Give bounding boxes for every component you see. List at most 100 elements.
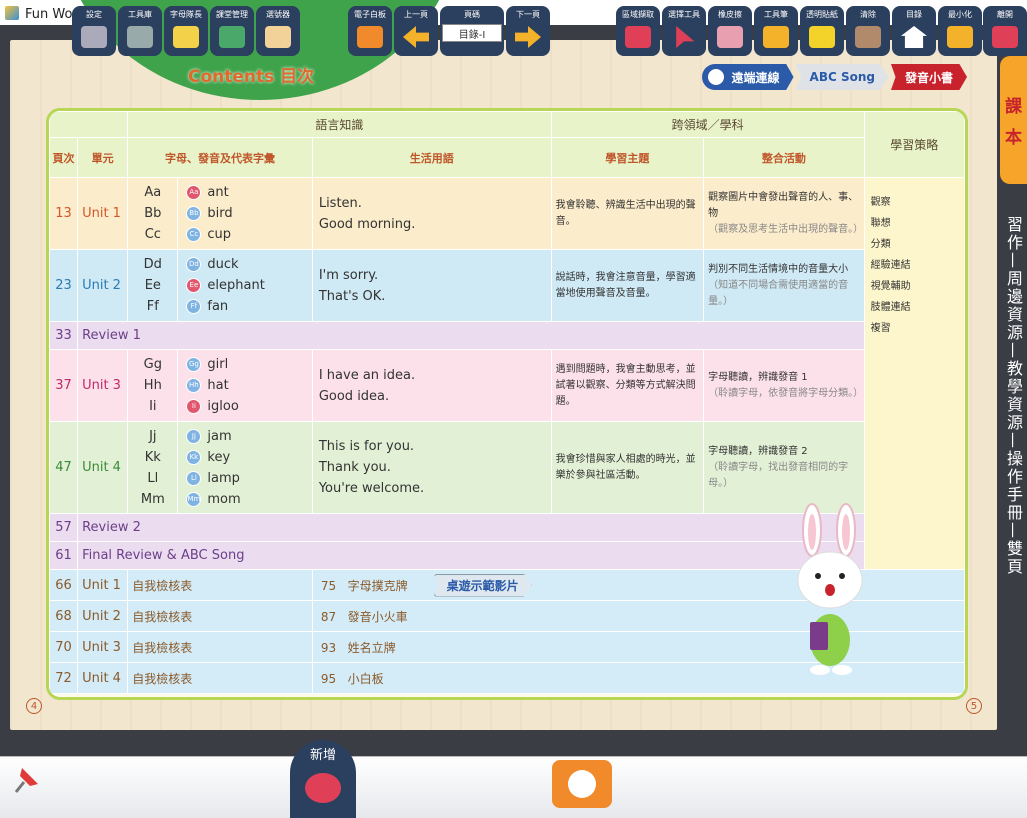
- phonics-badge-icon[interactable]: Gg: [186, 357, 202, 372]
- tab-textbook[interactable]: 課 本: [1000, 56, 1027, 184]
- unit-link[interactable]: Unit 4: [77, 421, 129, 514]
- new-button[interactable]: 新增: [290, 740, 356, 818]
- phonics-badge-icon[interactable]: Jj: [186, 428, 202, 444]
- demo-video-button[interactable]: 桌遊示範影片: [433, 573, 532, 597]
- class-management-button[interactable]: 課堂管理: [210, 6, 254, 56]
- phonics-badge-icon[interactable]: Kk: [186, 449, 202, 465]
- unit-link[interactable]: Unit 3: [77, 631, 129, 663]
- letter: Aa: [144, 185, 162, 200]
- phonics-badge-icon[interactable]: Hh: [186, 378, 202, 393]
- page-number[interactable]: 33: [49, 321, 79, 350]
- unit-link[interactable]: Unit 1: [77, 569, 129, 601]
- theme-text: 我會珍惜與家人相處的時光，並樂於參與社區活動。: [550, 421, 705, 514]
- phonics-badge-icon[interactable]: Bb: [186, 206, 202, 221]
- prev-page-button[interactable]: 上一頁: [394, 6, 438, 56]
- sidebar-tabs[interactable]: 習作—周邊資源—教學資源—操作手冊—雙頁: [1000, 216, 1027, 576]
- page-number[interactable]: 66: [49, 569, 79, 601]
- tool-label: 上一頁: [404, 10, 428, 19]
- checklist-link[interactable]: 自我檢核表: [127, 569, 313, 601]
- page-number[interactable]: 61: [49, 541, 79, 570]
- resource-link[interactable]: 姓名立牌: [348, 641, 396, 655]
- resource-link[interactable]: 字母撲克牌: [348, 579, 408, 593]
- checklist-link[interactable]: 自我檢核表: [127, 662, 313, 694]
- eraser-icon: [717, 26, 743, 48]
- page-number[interactable]: 75: [321, 579, 336, 593]
- checklist-link[interactable]: 自我檢核表: [127, 631, 313, 663]
- letter: Ii: [149, 399, 157, 414]
- letter: Jj: [149, 428, 157, 444]
- col-letters: 字母、發音及代表字彙: [127, 137, 313, 178]
- resource-link[interactable]: 小白板: [348, 672, 384, 686]
- contents-button[interactable]: 目錄: [892, 6, 936, 56]
- resource-link[interactable]: 發音小火車: [348, 610, 408, 624]
- settings-button[interactable]: 設定: [72, 6, 116, 56]
- home-icon: [901, 26, 927, 48]
- number-picker-button[interactable]: 選號器: [256, 6, 300, 56]
- new-label: 新增: [309, 748, 336, 763]
- phonics-badge-icon[interactable]: Dd: [186, 257, 202, 272]
- sticky-note-icon: [809, 26, 835, 48]
- unit-link[interactable]: Unit 1: [77, 177, 129, 250]
- tab-char: 本: [1005, 128, 1022, 148]
- unit-link[interactable]: Unit 2: [77, 600, 129, 632]
- page-number[interactable]: 70: [49, 631, 79, 663]
- page-number[interactable]: 95: [321, 672, 336, 686]
- page-selector[interactable]: 頁碼 目錄-I: [440, 6, 504, 56]
- page-number[interactable]: 37: [49, 349, 79, 422]
- abc-song-button[interactable]: ABC Song: [795, 64, 889, 90]
- activity-text: 判別不同生活情境中的音量大小: [708, 263, 849, 275]
- checklist-link[interactable]: 自我檢核表: [127, 600, 313, 632]
- select-tool-button[interactable]: 選擇工具: [662, 6, 706, 56]
- phonics-badge-icon[interactable]: Ff: [186, 299, 202, 314]
- tool-label: 清除: [860, 10, 876, 19]
- phrase: I have an idea.: [318, 367, 416, 383]
- page-number[interactable]: 72: [49, 662, 79, 694]
- review-link[interactable]: Review 2: [77, 513, 865, 542]
- phonics-badge-icon[interactable]: Mm: [186, 491, 202, 507]
- review-link[interactable]: Review 1: [77, 321, 865, 350]
- letter-captain-button[interactable]: 字母隊長: [164, 6, 208, 56]
- unit-link[interactable]: Unit 2: [77, 249, 129, 322]
- page-number[interactable]: 13: [49, 177, 79, 250]
- unit-link[interactable]: Unit 4: [77, 662, 129, 694]
- page-number[interactable]: 93: [321, 641, 336, 655]
- page-number[interactable]: 47: [49, 421, 79, 514]
- group-cross: 跨領域／學科: [550, 111, 865, 138]
- phonics-badge-icon[interactable]: Ee: [186, 278, 202, 293]
- page-number[interactable]: 87: [321, 610, 336, 624]
- unit-link[interactable]: Unit 3: [77, 349, 129, 422]
- toolbox-button[interactable]: 工具庫: [118, 6, 162, 56]
- page-number[interactable]: 68: [49, 600, 79, 632]
- tool-label: 下一頁: [516, 10, 540, 19]
- letter: Ff: [146, 299, 159, 314]
- phrase: I'm sorry.: [318, 267, 379, 283]
- activity-note: （知道不同場合需使用適當的音量。）: [708, 279, 849, 307]
- letter: Bb: [144, 206, 162, 221]
- area-capture-button[interactable]: 區域擷取: [616, 6, 660, 56]
- remote-connect-button[interactable]: 遠端連線: [701, 64, 794, 90]
- eraser-button[interactable]: 橡皮擦: [708, 6, 752, 56]
- arrow-right-icon: [515, 26, 541, 48]
- strategy-item: 分類: [870, 239, 891, 250]
- sticker-button[interactable]: 透明貼紙: [800, 6, 844, 56]
- phonics-badge-icon[interactable]: Ii: [186, 399, 202, 414]
- book-tools-button[interactable]: [552, 760, 612, 808]
- phonics-badge-icon[interactable]: Cc: [186, 227, 202, 242]
- page-number[interactable]: 23: [49, 249, 79, 322]
- pin-icon[interactable]: [8, 762, 44, 798]
- page-input[interactable]: 目錄-I: [442, 24, 502, 42]
- next-page-button[interactable]: 下一頁: [506, 6, 550, 56]
- theme-text: 遇到問題時，我會主動思考，並試著以觀察、分類等方式解決問題。: [550, 349, 705, 422]
- word: ant: [207, 185, 229, 200]
- phonics-book-button[interactable]: 發音小書: [890, 64, 967, 90]
- clear-button[interactable]: 清除: [846, 6, 890, 56]
- tool-label: 透明貼紙: [806, 10, 838, 19]
- exit-button[interactable]: 離開: [983, 6, 1027, 56]
- phonics-badge-icon[interactable]: Aa: [186, 185, 202, 200]
- phonics-badge-icon[interactable]: Ll: [186, 470, 202, 486]
- pen-tool-button[interactable]: 工具筆: [754, 6, 798, 56]
- page-number[interactable]: 57: [49, 513, 79, 542]
- whiteboard-button[interactable]: 電子白板: [348, 6, 392, 56]
- minimize-app-button[interactable]: 最小化: [938, 6, 982, 56]
- review-link[interactable]: Final Review & ABC Song: [77, 541, 865, 570]
